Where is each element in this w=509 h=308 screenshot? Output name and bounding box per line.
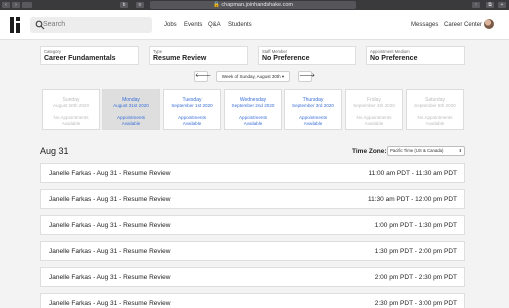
sidebar-toggle-icon[interactable] xyxy=(22,2,32,8)
day-status: No Appointments Available xyxy=(417,115,453,126)
nav-link-events[interactable]: Events xyxy=(184,22,202,28)
tabs-icon[interactable]: ⧉ xyxy=(486,2,494,8)
timezone-label: Time Zone: xyxy=(352,148,387,155)
day-thursday[interactable]: Thursday September 3rd 2020 Appointments… xyxy=(284,89,342,130)
day-monday[interactable]: Monday August 31st 2020 Appointments Avai… xyxy=(102,89,160,130)
day-date: September 5th 2020 xyxy=(414,103,456,108)
avatar[interactable] xyxy=(484,19,494,29)
chevron-updown-icon: ⬍ xyxy=(458,148,462,153)
day-tuesday[interactable]: Tuesday September 1st 2020 Appointments A… xyxy=(163,89,221,130)
nav-link-career-center[interactable]: Career Center xyxy=(444,22,482,28)
browser-toolbar: ‹ › b ≡ 🔒 chapman.joinhandshake.com ↑ ⧉ … xyxy=(0,0,509,10)
slot-title: Janelle Farkas - Aug 31 - Resume Review xyxy=(49,248,171,255)
slot-time: 11:00 am PDT - 11:30 am PDT xyxy=(368,170,457,177)
top-navigation: Search Jobs Events Q&A Students Messages… xyxy=(0,10,509,40)
day-status: No Appointments Available xyxy=(356,115,392,126)
day-date: September 2nd 2020 xyxy=(231,103,275,108)
week-select[interactable]: Week of Sunday, August 30th ▾ xyxy=(216,71,290,82)
nav-link-qa[interactable]: Q&A xyxy=(208,22,221,28)
slot-time: 11:30 am PDT - 12:00 pm PDT xyxy=(368,196,457,203)
previous-week-button[interactable]: 🡐 xyxy=(194,71,211,82)
day-status: Appointments Available xyxy=(298,115,328,126)
slot-title: Janelle Farkas - Aug 31 - Resume Review xyxy=(49,196,171,203)
day-date: August 30th 2020 xyxy=(52,103,89,108)
filter-value: No Preference xyxy=(262,55,310,62)
filter-staff-member[interactable]: Staff Member No Preference xyxy=(258,46,356,65)
slot-time: 2:30 pm PDT - 3:00 pm PDT xyxy=(374,300,457,307)
filter-appointment-medium[interactable]: Appointment Medium No Preference xyxy=(366,46,465,65)
day-date: September 4th 2020 xyxy=(353,103,395,108)
appointment-slot[interactable]: Janelle Farkas - Aug 31 - Resume Review … xyxy=(40,241,465,261)
appointment-slot[interactable]: Janelle Farkas - Aug 31 - Resume Review … xyxy=(40,293,465,308)
address-bar[interactable]: 🔒 chapman.joinhandshake.com xyxy=(150,1,356,9)
day-saturday: Saturday September 5th 2020 No Appointme… xyxy=(406,89,464,130)
filter-value: Career Fundamentals xyxy=(44,55,116,62)
slot-time: 1:30 pm PDT - 2:00 pm PDT xyxy=(374,248,457,255)
day-status: No Appointments Available xyxy=(53,115,89,126)
filter-value: No Preference xyxy=(370,55,418,62)
search-placeholder: Search xyxy=(43,21,66,28)
share-icon[interactable]: ↑ xyxy=(472,2,480,8)
appointment-slot[interactable]: Janelle Farkas - Aug 31 - Resume Review … xyxy=(40,189,465,209)
day-date: September 1st 2020 xyxy=(171,103,213,108)
slot-title: Janelle Farkas - Aug 31 - Resume Review xyxy=(49,274,171,281)
slot-title: Janelle Farkas - Aug 31 - Resume Review xyxy=(49,170,171,177)
slot-time: 2:00 pm PDT - 2:30 pm PDT xyxy=(374,274,457,281)
day-date: September 3rd 2020 xyxy=(292,103,334,108)
new-tab-icon[interactable]: + xyxy=(498,2,506,8)
slot-time: 1:00 pm PDT - 1:30 pm PDT xyxy=(374,222,457,229)
appointment-slot[interactable]: Janelle Farkas - Aug 31 - Resume Review … xyxy=(40,163,465,183)
appointment-slot[interactable]: Janelle Farkas - Aug 31 - Resume Review … xyxy=(40,215,465,235)
day-wednesday[interactable]: Wednesday September 2nd 2020 Appointment… xyxy=(224,89,282,130)
timezone-select[interactable]: Pacific Time (US & Canada) ⬍ xyxy=(387,146,465,156)
nav-link-students[interactable]: Students xyxy=(228,22,252,28)
appointment-slot[interactable]: Janelle Farkas - Aug 31 - Resume Review … xyxy=(40,267,465,287)
day-date: August 31st 2020 xyxy=(113,103,149,108)
extension-icon[interactable]: b xyxy=(120,2,128,8)
day-status: Appointments Available xyxy=(238,115,268,126)
filter-type[interactable]: Type Resume Review xyxy=(149,46,248,65)
nav-link-jobs[interactable]: Jobs xyxy=(164,22,177,28)
day-sunday: Sunday August 30th 2020 No Appointments A… xyxy=(42,89,100,130)
slot-title: Janelle Farkas - Aug 31 - Resume Review xyxy=(49,300,171,307)
day-status: Appointments Available xyxy=(116,115,146,126)
search-input[interactable]: Search xyxy=(30,17,152,33)
next-week-button[interactable]: 🡒 xyxy=(298,71,315,82)
timezone-value: Pacific Time (US & Canada) xyxy=(390,148,444,153)
shield-icon[interactable]: ≡ xyxy=(136,2,144,8)
filter-value: Resume Review xyxy=(153,55,207,62)
forward-icon[interactable]: › xyxy=(12,2,20,8)
back-icon[interactable]: ‹ xyxy=(2,2,10,8)
slot-title: Janelle Farkas - Aug 31 - Resume Review xyxy=(49,222,171,229)
day-friday: Friday September 4th 2020 No Appointment… xyxy=(345,89,403,130)
filter-category[interactable]: Category Career Fundamentals xyxy=(40,46,139,65)
handshake-logo-icon[interactable] xyxy=(10,17,22,33)
day-status: Appointments Available xyxy=(177,115,207,126)
date-heading: Aug 31 xyxy=(40,146,69,156)
nav-link-messages[interactable]: Messages xyxy=(411,22,438,28)
address-bar-text: chapman.joinhandshake.com xyxy=(221,2,293,8)
